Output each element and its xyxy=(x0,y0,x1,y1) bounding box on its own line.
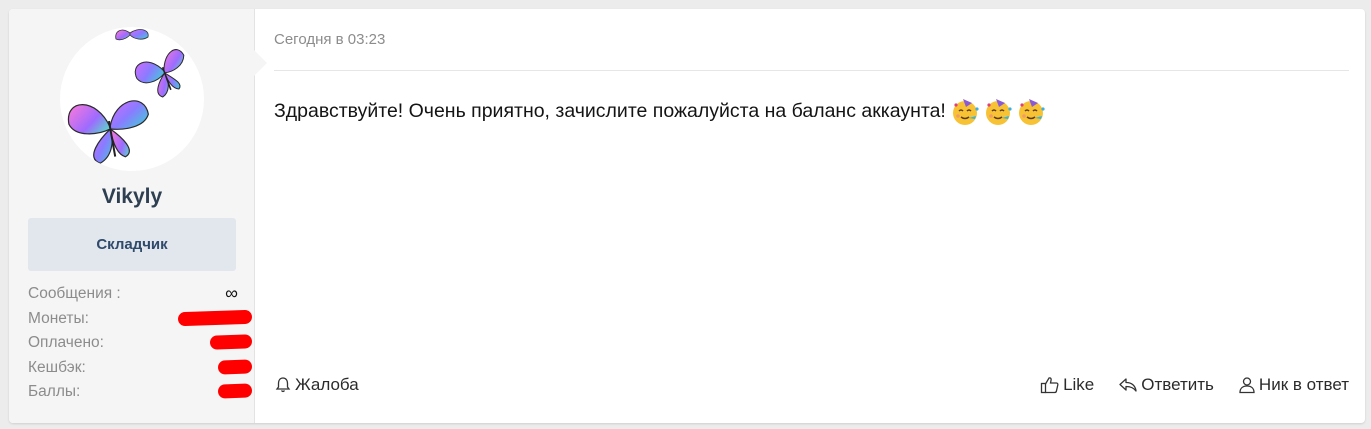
reply-label: Ответить xyxy=(1141,375,1214,394)
stat-label: Баллы: xyxy=(28,383,81,400)
user-title-badge: Складчик xyxy=(28,218,236,271)
post-card: Vikyly Складчик Сообщения : ∞ Монеты: Оп… xyxy=(9,9,1365,423)
stat-coins: Монеты: xyxy=(28,308,253,333)
redaction-mark xyxy=(217,358,253,375)
reply-button[interactable]: Ответить xyxy=(1118,375,1214,395)
post-message: Здравствуйте! Очень приятно, зачислите п… xyxy=(274,95,1049,127)
stat-label: Оплачено: xyxy=(28,334,104,351)
thumbs-up-icon xyxy=(1040,377,1059,394)
stat-label: Сообщения : xyxy=(28,285,121,302)
like-label: Like xyxy=(1063,375,1095,394)
partying-face-emoji xyxy=(1018,99,1045,125)
bell-icon xyxy=(275,377,291,393)
nick-reply-button[interactable]: Ник в ответ xyxy=(1238,375,1349,395)
user-stats: Сообщения : ∞ Монеты: Оплачено: Кешбэк: … xyxy=(28,283,253,406)
report-label: Жалоба xyxy=(295,375,359,394)
nick-reply-label: Ник в ответ xyxy=(1258,375,1349,394)
redaction-mark xyxy=(209,334,253,350)
butterfly-avatar-image xyxy=(67,29,185,164)
post-actions-right: Like Ответить Ник в ответ xyxy=(1040,375,1349,395)
stat-label: Кешбэк: xyxy=(28,358,86,376)
user-panel: Vikyly Складчик Сообщения : ∞ Монеты: Оп… xyxy=(9,9,255,423)
stat-value: ∞ xyxy=(225,283,238,303)
reply-arrow-icon xyxy=(1119,378,1137,392)
stat-cashback: Кешбэк: xyxy=(28,357,253,382)
partying-face-emoji xyxy=(952,99,979,125)
post-actions-left: Жалоба xyxy=(274,375,359,395)
redaction-mark xyxy=(217,383,253,399)
user-icon xyxy=(1239,377,1255,394)
divider xyxy=(274,70,1349,71)
emoji-group xyxy=(950,95,1049,127)
post-date[interactable]: Сегодня в 03:23 xyxy=(274,31,385,48)
redaction-mark xyxy=(177,309,253,326)
stat-label: Монеты: xyxy=(28,309,89,327)
like-button[interactable]: Like xyxy=(1040,375,1094,395)
partying-face-emoji xyxy=(985,99,1012,125)
username[interactable]: Vikyly xyxy=(9,185,255,209)
avatar[interactable] xyxy=(60,27,204,171)
report-button[interactable]: Жалоба xyxy=(274,375,359,395)
message-text: Здравствуйте! Очень приятно, зачислите п… xyxy=(274,99,946,122)
post-main: Сегодня в 03:23 Здравствуйте! Очень прия… xyxy=(256,9,1365,423)
stat-messages: Сообщения : ∞ xyxy=(28,283,238,308)
stat-points: Баллы: xyxy=(28,381,253,406)
stat-paid: Оплачено: xyxy=(28,332,253,357)
